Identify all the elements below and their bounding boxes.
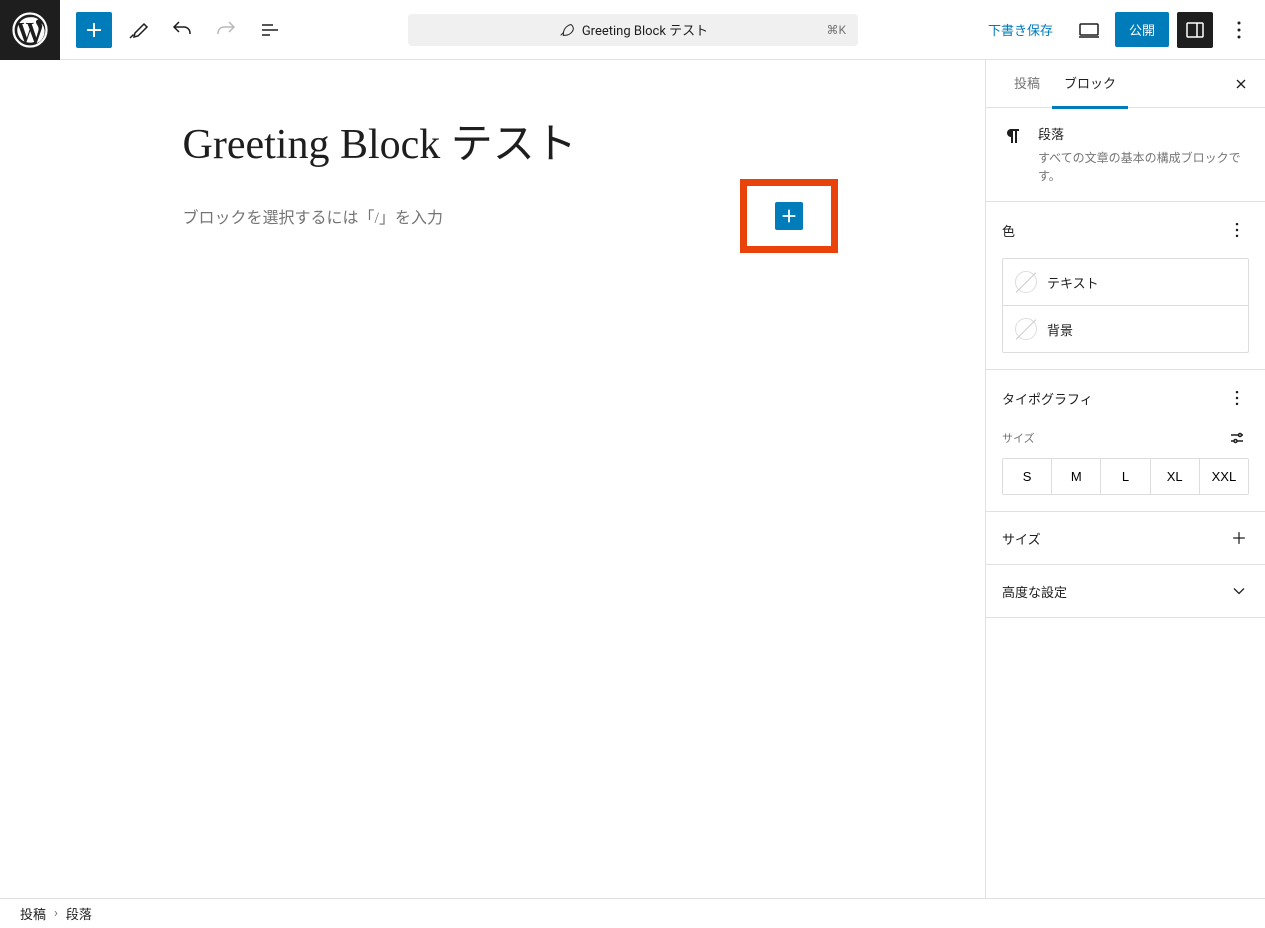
preview-button[interactable] bbox=[1071, 12, 1107, 48]
more-vertical-icon bbox=[1227, 388, 1247, 408]
size-m[interactable]: M bbox=[1052, 459, 1101, 494]
color-options-button[interactable] bbox=[1225, 218, 1249, 242]
breadcrumb-footer: 投稿 › 段落 bbox=[0, 898, 1265, 928]
options-button[interactable] bbox=[1221, 12, 1257, 48]
panel-typography: タイポグラフィ サイズ S M L bbox=[986, 370, 1265, 512]
undo-button[interactable] bbox=[164, 12, 200, 48]
command-shortcut: ⌘K bbox=[826, 23, 846, 37]
plus-icon bbox=[778, 205, 800, 227]
color-swatch-empty-icon bbox=[1015, 271, 1037, 293]
panel-size-title: サイズ bbox=[1002, 529, 1041, 548]
color-swatch-empty-icon bbox=[1015, 318, 1037, 340]
breadcrumb-separator: › bbox=[54, 906, 58, 921]
typography-options-button[interactable] bbox=[1225, 386, 1249, 410]
wordpress-logo[interactable] bbox=[0, 0, 60, 60]
breadcrumb-post[interactable]: 投稿 bbox=[20, 904, 46, 923]
panel-advanced: 高度な設定 bbox=[986, 565, 1265, 618]
size-xl[interactable]: XL bbox=[1151, 459, 1200, 494]
font-size-group: S M L XL XXL bbox=[1002, 458, 1249, 495]
panel-color: 色 テキスト 背景 bbox=[986, 202, 1265, 370]
size-custom-toggle[interactable] bbox=[1225, 426, 1249, 450]
paragraph-icon bbox=[1002, 124, 1026, 148]
document-title: Greeting Block テスト bbox=[582, 20, 708, 39]
redo-button[interactable] bbox=[208, 12, 244, 48]
panel-advanced-title: 高度な設定 bbox=[1002, 582, 1067, 601]
settings-sidebar-toggle[interactable] bbox=[1177, 12, 1213, 48]
top-toolbar: Greeting Block テスト ⌘K 下書き保存 公開 bbox=[0, 0, 1265, 60]
close-icon bbox=[1233, 76, 1249, 92]
breadcrumb-block[interactable]: 段落 bbox=[66, 904, 92, 923]
color-background-label: 背景 bbox=[1047, 320, 1073, 339]
panel-size: サイズ bbox=[986, 512, 1265, 565]
publish-button[interactable]: 公開 bbox=[1115, 12, 1169, 47]
tab-post[interactable]: 投稿 bbox=[1002, 60, 1052, 109]
block-title: 段落 bbox=[1038, 124, 1249, 143]
size-s[interactable]: S bbox=[1003, 459, 1052, 494]
sliders-icon bbox=[1228, 429, 1246, 447]
panel-size-toggle[interactable]: サイズ bbox=[986, 512, 1265, 564]
size-xxl[interactable]: XXL bbox=[1200, 459, 1248, 494]
size-label: サイズ bbox=[1002, 430, 1035, 446]
document-overview-button[interactable] bbox=[252, 12, 288, 48]
feather-icon bbox=[558, 22, 574, 38]
tools-button[interactable] bbox=[120, 12, 156, 48]
color-text-label: テキスト bbox=[1047, 273, 1099, 292]
add-block-button[interactable] bbox=[775, 202, 803, 230]
document-bar[interactable]: Greeting Block テスト ⌘K bbox=[408, 14, 858, 46]
close-sidebar-button[interactable] bbox=[1229, 72, 1253, 96]
plus-icon bbox=[1229, 528, 1249, 548]
editor-canvas[interactable]: Greeting Block テスト ブロックを選択するには「/」を入力 bbox=[0, 60, 985, 898]
tab-block[interactable]: ブロック bbox=[1052, 60, 1128, 109]
chevron-down-icon bbox=[1229, 581, 1249, 601]
save-draft-button[interactable]: 下書き保存 bbox=[978, 14, 1063, 45]
panel-advanced-toggle[interactable]: 高度な設定 bbox=[986, 565, 1265, 617]
size-l[interactable]: L bbox=[1101, 459, 1150, 494]
more-vertical-icon bbox=[1227, 220, 1247, 240]
paragraph-placeholder[interactable]: ブロックを選択するには「/」を入力 bbox=[183, 204, 443, 228]
color-text-row[interactable]: テキスト bbox=[1002, 258, 1249, 306]
post-title[interactable]: Greeting Block テスト bbox=[183, 120, 803, 170]
color-background-row[interactable]: 背景 bbox=[1002, 305, 1249, 353]
panel-color-title: 色 bbox=[1002, 221, 1015, 240]
block-inserter-button[interactable] bbox=[76, 12, 112, 48]
block-description: すべての文章の基本の構成ブロックです。 bbox=[1038, 149, 1249, 185]
panel-typography-title: タイポグラフィ bbox=[1002, 389, 1093, 408]
block-info: 段落 すべての文章の基本の構成ブロックです。 bbox=[986, 108, 1265, 202]
settings-sidebar: 投稿 ブロック 段落 すべての文章の基本の構成ブロックです。 色 bbox=[985, 60, 1265, 898]
